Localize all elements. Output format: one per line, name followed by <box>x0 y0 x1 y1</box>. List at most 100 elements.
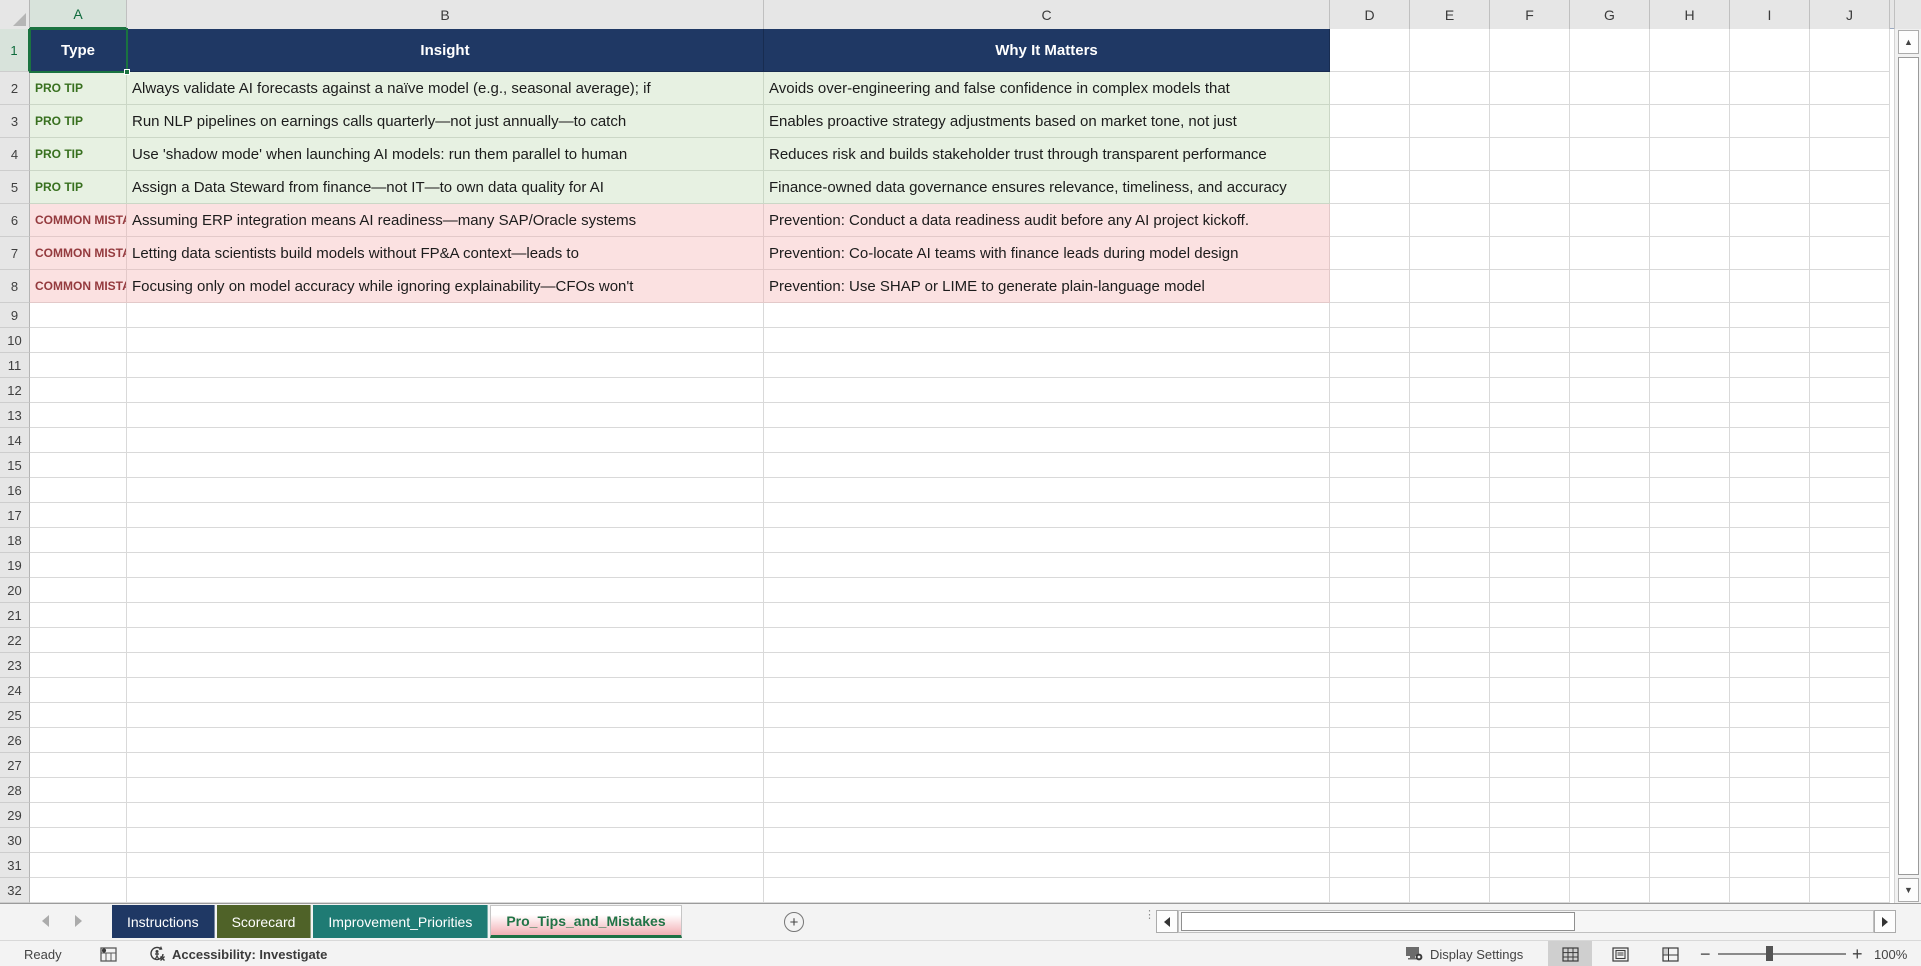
cell-A2[interactable]: PRO TIP <box>30 72 127 105</box>
cell-I7[interactable] <box>1730 237 1810 270</box>
cell-H26[interactable] <box>1650 728 1730 753</box>
cell-I4[interactable] <box>1730 138 1810 171</box>
cell-J3[interactable] <box>1810 105 1890 138</box>
cell-I9[interactable] <box>1730 303 1810 328</box>
row-header-25[interactable]: 25 <box>0 703 30 728</box>
cell-D1[interactable] <box>1330 29 1410 72</box>
row-header-15[interactable]: 15 <box>0 453 30 478</box>
cell-D28[interactable] <box>1330 778 1410 803</box>
cell-C6[interactable]: Prevention: Conduct a data readiness aud… <box>764 204 1330 237</box>
cell-J5[interactable] <box>1810 171 1890 204</box>
row-header-8[interactable]: 8 <box>0 270 30 303</box>
cell-I31[interactable] <box>1730 853 1810 878</box>
cell-G11[interactable] <box>1570 353 1650 378</box>
display-settings-button[interactable]: Display Settings <box>1405 941 1523 966</box>
zoom-slider-track[interactable] <box>1718 953 1846 955</box>
cell-G30[interactable] <box>1570 828 1650 853</box>
cell-H13[interactable] <box>1650 403 1730 428</box>
cell-E31[interactable] <box>1410 853 1490 878</box>
cell-E30[interactable] <box>1410 828 1490 853</box>
cell-J24[interactable] <box>1810 678 1890 703</box>
cell-C11[interactable] <box>764 353 1330 378</box>
cell-C21[interactable] <box>764 603 1330 628</box>
cell-I21[interactable] <box>1730 603 1810 628</box>
cell-J19[interactable] <box>1810 553 1890 578</box>
cell-B32[interactable] <box>127 878 764 903</box>
cell-E2[interactable] <box>1410 72 1490 105</box>
zoom-level-label[interactable]: 100% <box>1874 941 1907 966</box>
cell-F7[interactable] <box>1490 237 1570 270</box>
cell-I18[interactable] <box>1730 528 1810 553</box>
cell-E27[interactable] <box>1410 753 1490 778</box>
row-header-4[interactable]: 4 <box>0 138 30 171</box>
cell-E22[interactable] <box>1410 628 1490 653</box>
cell-D29[interactable] <box>1330 803 1410 828</box>
cell-D27[interactable] <box>1330 753 1410 778</box>
cell-J17[interactable] <box>1810 503 1890 528</box>
zoom-slider-thumb[interactable] <box>1766 946 1773 961</box>
cell-H17[interactable] <box>1650 503 1730 528</box>
cell-I25[interactable] <box>1730 703 1810 728</box>
cell-D19[interactable] <box>1330 553 1410 578</box>
cell-A3[interactable]: PRO TIP <box>30 105 127 138</box>
cell-J16[interactable] <box>1810 478 1890 503</box>
cell-I12[interactable] <box>1730 378 1810 403</box>
cell-C1[interactable]: Why It Matters <box>764 29 1330 72</box>
cell-D15[interactable] <box>1330 453 1410 478</box>
cell-J10[interactable] <box>1810 328 1890 353</box>
cell-H24[interactable] <box>1650 678 1730 703</box>
sheet-tab-instructions[interactable]: Instructions <box>112 905 215 938</box>
cell-E5[interactable] <box>1410 171 1490 204</box>
cell-A26[interactable] <box>30 728 127 753</box>
cell-G32[interactable] <box>1570 878 1650 903</box>
cell-A25[interactable] <box>30 703 127 728</box>
row-header-12[interactable]: 12 <box>0 378 30 403</box>
cell-D17[interactable] <box>1330 503 1410 528</box>
cell-A30[interactable] <box>30 828 127 853</box>
cell-C9[interactable] <box>764 303 1330 328</box>
row-header-20[interactable]: 20 <box>0 578 30 603</box>
cell-J13[interactable] <box>1810 403 1890 428</box>
scroll-left-button[interactable] <box>1156 910 1178 933</box>
cell-D6[interactable] <box>1330 204 1410 237</box>
sheet-tab-scorecard[interactable]: Scorecard <box>216 905 312 938</box>
cell-F5[interactable] <box>1490 171 1570 204</box>
cell-H19[interactable] <box>1650 553 1730 578</box>
cell-J2[interactable] <box>1810 72 1890 105</box>
cell-H1[interactable] <box>1650 29 1730 72</box>
column-header-G[interactable]: G <box>1570 0 1650 29</box>
cell-A29[interactable] <box>30 803 127 828</box>
cell-F27[interactable] <box>1490 753 1570 778</box>
cell-H6[interactable] <box>1650 204 1730 237</box>
row-header-22[interactable]: 22 <box>0 628 30 653</box>
cell-G26[interactable] <box>1570 728 1650 753</box>
cell-H5[interactable] <box>1650 171 1730 204</box>
cell-J7[interactable] <box>1810 237 1890 270</box>
cell-C15[interactable] <box>764 453 1330 478</box>
horizontal-scrollbar[interactable] <box>1178 910 1874 933</box>
cell-B22[interactable] <box>127 628 764 653</box>
cell-D12[interactable] <box>1330 378 1410 403</box>
row-header-28[interactable]: 28 <box>0 778 30 803</box>
cell-A17[interactable] <box>30 503 127 528</box>
cell-G3[interactable] <box>1570 105 1650 138</box>
normal-view-button[interactable] <box>1548 941 1592 966</box>
cell-B1[interactable]: Insight <box>127 29 764 72</box>
cell-G10[interactable] <box>1570 328 1650 353</box>
cell-E18[interactable] <box>1410 528 1490 553</box>
row-header-5[interactable]: 5 <box>0 171 30 204</box>
cell-H29[interactable] <box>1650 803 1730 828</box>
cell-H31[interactable] <box>1650 853 1730 878</box>
cell-D10[interactable] <box>1330 328 1410 353</box>
cell-D20[interactable] <box>1330 578 1410 603</box>
cell-C25[interactable] <box>764 703 1330 728</box>
cell-G25[interactable] <box>1570 703 1650 728</box>
cell-F20[interactable] <box>1490 578 1570 603</box>
page-break-preview-button[interactable] <box>1648 941 1692 966</box>
cell-E20[interactable] <box>1410 578 1490 603</box>
cell-F18[interactable] <box>1490 528 1570 553</box>
macro-record-button[interactable] <box>100 941 117 966</box>
cell-D13[interactable] <box>1330 403 1410 428</box>
cell-A27[interactable] <box>30 753 127 778</box>
cell-G8[interactable] <box>1570 270 1650 303</box>
